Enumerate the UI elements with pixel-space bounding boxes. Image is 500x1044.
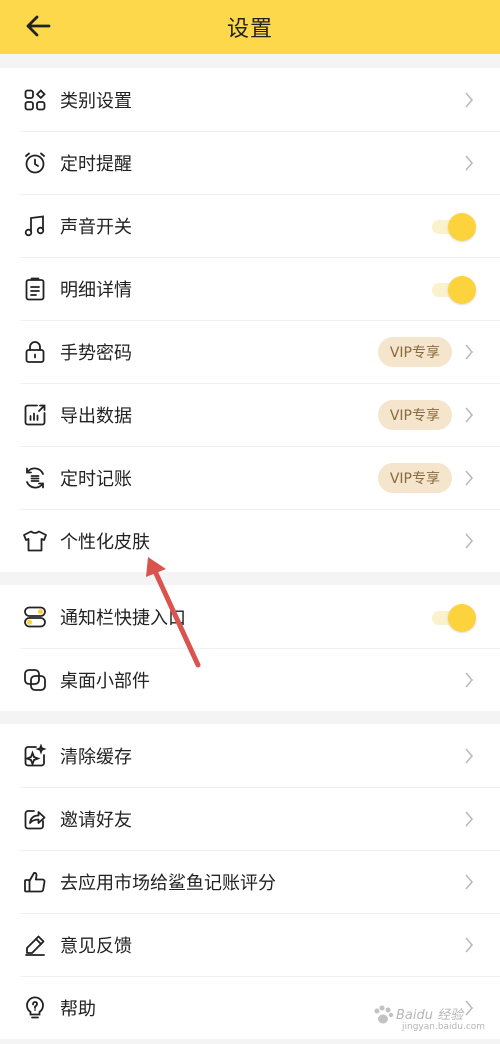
row-label: 明细详情 (60, 279, 132, 301)
row-timed-bookkeeping[interactable]: 定时记账 VIP专享 (0, 446, 500, 509)
toggle-panel-icon (22, 604, 48, 630)
chevron-right-icon (462, 531, 476, 551)
vip-badge: VIP专享 (377, 462, 452, 493)
vip-badge: VIP专享 (377, 399, 452, 430)
row-label: 类别设置 (60, 90, 132, 112)
row-label: 声音开关 (60, 216, 132, 238)
share-icon (22, 806, 48, 832)
row-invite-friends[interactable]: 邀请好友 (0, 787, 500, 850)
row-label: 定时提醒 (60, 153, 132, 175)
row-sound-switch[interactable]: 声音开关 (0, 194, 500, 257)
row-gesture-password[interactable]: 手势密码 VIP专享 (0, 320, 500, 383)
lightbulb-question-icon (22, 995, 48, 1021)
row-label: 定时记账 (60, 468, 132, 490)
back-arrow-icon (26, 15, 51, 37)
row-label: 导出数据 (60, 405, 132, 427)
alarm-clock-icon (22, 150, 48, 176)
clipboard-icon (22, 276, 48, 302)
row-label: 意见反馈 (60, 935, 132, 957)
row-label: 桌面小部件 (60, 670, 150, 692)
grid-icon (22, 87, 48, 113)
music-note-icon (22, 213, 48, 239)
row-feedback[interactable]: 意见反馈 (0, 913, 500, 976)
row-notification-shortcut[interactable]: 通知栏快捷入口 (0, 585, 500, 648)
detail-toggle[interactable] (432, 275, 476, 304)
row-category-settings[interactable]: 类别设置 (0, 68, 500, 131)
row-label: 手势密码 (60, 342, 132, 364)
header-bar: 设置 (0, 0, 500, 54)
chevron-right-icon (462, 809, 476, 829)
cycle-list-icon (22, 465, 48, 491)
chart-export-icon (22, 402, 48, 428)
settings-group-shortcuts: 通知栏快捷入口 桌面小部件 (0, 585, 500, 711)
row-label: 个性化皮肤 (60, 531, 150, 553)
row-rate-app[interactable]: 去应用市场给鲨鱼记账评分 (0, 850, 500, 913)
settings-group-general: 类别设置 定时提醒 声音开关 明细详情 手势密码 VIP专享 导出数据 VIP专… (0, 68, 500, 572)
chevron-right-icon (462, 746, 476, 766)
tshirt-icon (22, 528, 48, 554)
baidu-jingyan-watermark: Baidu 经验 jingyan.baidu.com (372, 996, 492, 1038)
row-label: 邀请好友 (60, 809, 132, 831)
watermark-text: Baidu 经验 (396, 1008, 464, 1023)
back-button[interactable] (20, 10, 56, 42)
chevron-right-icon (462, 670, 476, 690)
page-title: 设置 (226, 17, 273, 42)
row-timed-reminder[interactable]: 定时提醒 (0, 131, 500, 194)
row-label: 清除缓存 (60, 746, 132, 768)
paw-logo-icon (374, 1005, 394, 1024)
row-export-data[interactable]: 导出数据 VIP专享 (0, 383, 500, 446)
vip-badge: VIP专享 (377, 336, 452, 367)
chevron-right-icon (462, 342, 476, 362)
row-personalized-skin[interactable]: 个性化皮肤 (0, 509, 500, 572)
chevron-right-icon (462, 153, 476, 173)
chevron-right-icon (462, 90, 476, 110)
watermark-url: jingyan.baidu.com (402, 1022, 486, 1032)
settings-group-other: 清除缓存 邀请好友 去应用市场给鲨鱼记账评分 意见反馈 帮助 (0, 724, 500, 1039)
widget-icon (22, 667, 48, 693)
thumbs-up-icon (22, 869, 48, 895)
sound-toggle[interactable] (432, 212, 476, 241)
chevron-right-icon (462, 405, 476, 425)
chevron-right-icon (462, 872, 476, 892)
notification-toggle[interactable] (432, 603, 476, 632)
chevron-right-icon (462, 468, 476, 488)
chevron-right-icon (462, 935, 476, 955)
lock-icon (22, 339, 48, 365)
row-label: 通知栏快捷入口 (60, 607, 186, 629)
row-clear-cache[interactable]: 清除缓存 (0, 724, 500, 787)
row-label: 去应用市场给鲨鱼记账评分 (60, 872, 276, 894)
sparkle-broom-icon (22, 743, 48, 769)
pencil-icon (22, 932, 48, 958)
row-detail-info[interactable]: 明细详情 (0, 257, 500, 320)
row-desktop-widget[interactable]: 桌面小部件 (0, 648, 500, 711)
